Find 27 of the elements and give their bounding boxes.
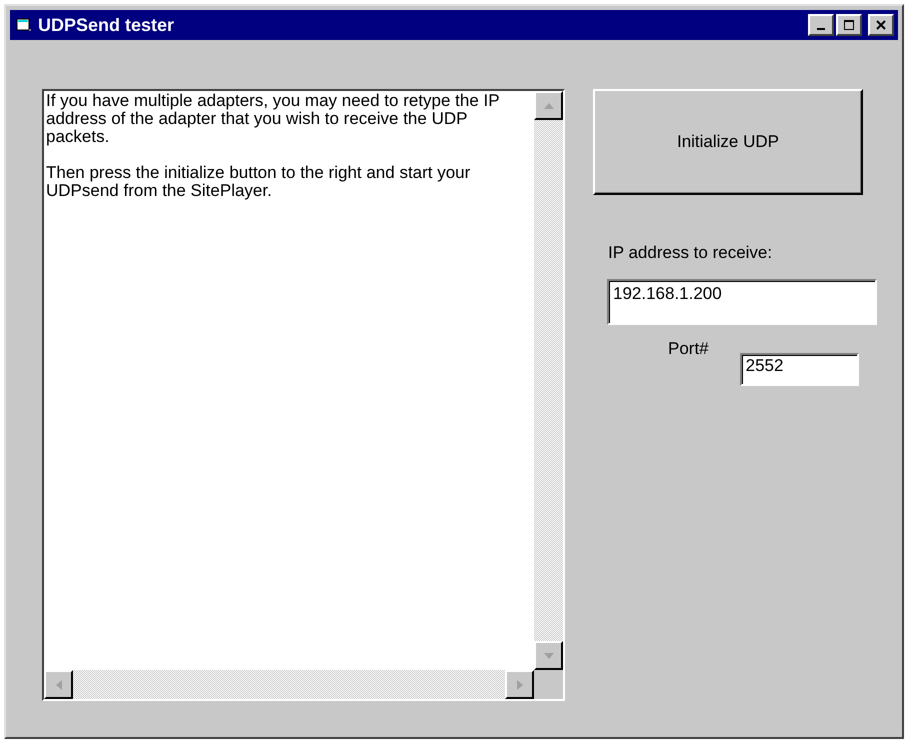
scroll-left-button[interactable] xyxy=(44,670,73,699)
window-icon xyxy=(16,18,32,32)
right-arrow-icon xyxy=(516,680,522,690)
maximize-button[interactable] xyxy=(836,14,862,36)
vertical-scrollbar[interactable] xyxy=(534,91,563,670)
ip-address-label: IP address to receive: xyxy=(608,243,774,263)
minimize-icon xyxy=(817,28,825,30)
close-icon xyxy=(876,20,886,30)
scroll-up-button[interactable] xyxy=(534,91,563,120)
scroll-right-button[interactable] xyxy=(505,670,534,699)
up-arrow-icon xyxy=(544,102,554,108)
down-arrow-icon xyxy=(544,652,554,658)
port-field[interactable]: 2552 xyxy=(740,353,859,386)
maximize-icon xyxy=(844,20,854,30)
message-box[interactable] xyxy=(42,89,565,701)
horizontal-scrollbar[interactable] xyxy=(44,670,534,699)
scrollbar-corner xyxy=(534,670,563,699)
message-paragraph: Then press the initialize button to the right and start your UDPsend from the SitePlayer. xyxy=(46,164,472,200)
message-paragraph: If you have multiple adapters, you may need to retype the IP address of the adapter that you wish to receive the UDP packets. xyxy=(46,92,500,146)
initialize-button[interactable]: Initialize UDP xyxy=(593,89,863,195)
ip-address-field[interactable]: 192.168.1.200 xyxy=(607,279,877,325)
window-title: UDPSend tester xyxy=(38,14,176,36)
port-label: Port# xyxy=(668,339,709,359)
minimize-button[interactable] xyxy=(808,14,834,36)
left-arrow-icon xyxy=(56,680,62,690)
close-button[interactable] xyxy=(868,14,894,36)
scroll-down-button[interactable] xyxy=(534,641,563,670)
